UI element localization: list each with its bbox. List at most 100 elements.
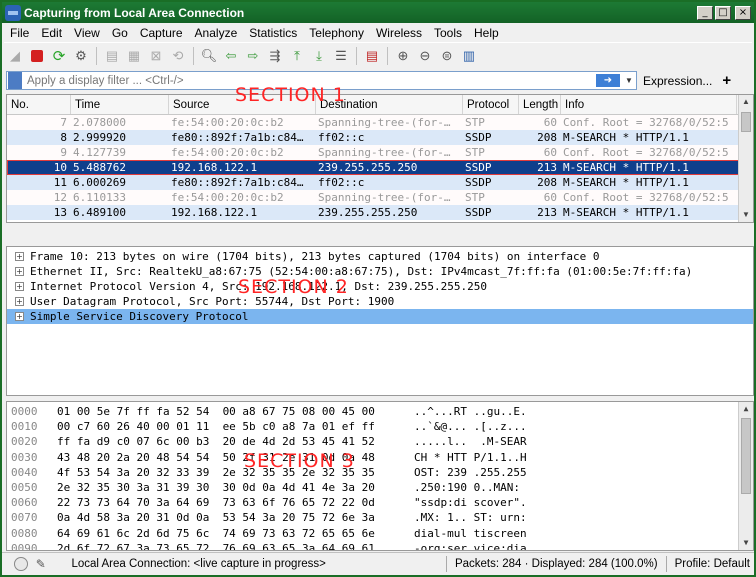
menu-help[interactable]: Help [468, 26, 505, 40]
expert-info-icon[interactable] [14, 557, 28, 571]
packet-row[interactable]: 10 5.488762 192.168.122.1 239.255.255.250 SS… [7, 160, 753, 175]
byte-hex: 43 48 20 2a 20 48 54 54 50 2f 31 2e 31 0… [57, 450, 375, 464]
byte-row[interactable]: 0060 22 73 73 64 70 3a 64 69 73 63 6f 76 … [7, 495, 753, 510]
forward-icon[interactable]: ⇨ [243, 46, 263, 66]
scroll-up-icon[interactable]: ▲ [739, 402, 753, 416]
packet-row[interactable]: 13 6.489100 192.168.122.1 239.255.255.250 SS… [7, 205, 753, 220]
scroll-thumb[interactable] [741, 112, 751, 132]
normal-size-icon[interactable]: ⊜ [437, 46, 457, 66]
packet-list-scrollbar[interactable]: ▲ ▼ [738, 95, 753, 222]
column-header-time[interactable]: Time [71, 95, 169, 114]
add-filter-button[interactable]: + [722, 72, 731, 89]
scroll-down-icon[interactable]: ▼ [739, 536, 753, 550]
byte-row[interactable]: 0050 2e 32 35 30 3a 31 39 30 30 0d 0a 4d … [7, 480, 753, 495]
column-header-info[interactable]: Info [561, 95, 737, 114]
packet-time: 6.110133 [73, 191, 126, 204]
detail-tree-item[interactable]: + Internet Protocol Version 4, Src: 192.1… [7, 279, 753, 294]
open-icon[interactable]: ▤ [102, 46, 122, 66]
expand-icon[interactable]: + [15, 282, 24, 291]
bookmark-icon[interactable] [8, 72, 22, 89]
expand-icon[interactable]: + [15, 297, 24, 306]
back-icon[interactable]: ⇦ [221, 46, 241, 66]
window-title: Capturing from Local Area Connection [24, 5, 245, 20]
detail-tree-item[interactable]: + Ethernet II, Src: RealtekU_a8:67:75 (52… [7, 264, 753, 279]
scroll-thumb[interactable] [741, 418, 751, 494]
byte-row[interactable]: 0080 64 69 61 6c 2d 6d 75 6c 74 69 73 63 … [7, 526, 753, 541]
expression-button[interactable]: Expression... [643, 74, 712, 88]
byte-rows: 0000 01 00 5e 7f ff fa 52 54 00 a8 67 75 … [7, 402, 753, 550]
detail-text: Frame 10: 213 bytes on wire (1704 bits),… [30, 250, 600, 263]
reload-icon[interactable]: ⟲ [168, 46, 188, 66]
column-header-length[interactable]: Length [519, 95, 561, 114]
packet-no: 10 [53, 161, 67, 174]
detail-tree-item[interactable]: + Simple Service Discovery Protocol [7, 309, 753, 324]
find-icon[interactable]: 🔍︎ [199, 46, 219, 66]
byte-row[interactable]: 0020 ff fa d9 c0 07 6c 00 b3 20 de 4d 2d … [7, 434, 753, 449]
restart-icon[interactable]: ⟳ [49, 46, 69, 66]
autoscroll-icon[interactable]: ☰ [331, 46, 351, 66]
zoom-in-icon[interactable]: ⊕ [393, 46, 413, 66]
menu-capture[interactable]: Capture [134, 26, 189, 40]
shark-fin-icon[interactable]: ◢ [5, 46, 25, 66]
packet-protocol: STP [465, 116, 485, 129]
packet-row[interactable]: 9 4.127739 fe:54:00:20:0c:b2 Spanning-tree-… [7, 145, 753, 160]
capture-comment-icon[interactable]: ✎ [36, 557, 52, 571]
close-button[interactable]: × [735, 5, 751, 20]
maximize-button[interactable]: □ [715, 5, 731, 20]
packet-list: No. Time Source Destination Protocol Len… [6, 94, 754, 223]
menu-tools[interactable]: Tools [428, 26, 468, 40]
packet-row[interactable]: 7 2.078000 fe:54:00:20:0c:b2 Spanning-tree-… [7, 115, 753, 130]
bytes-scrollbar[interactable]: ▲ ▼ [738, 402, 753, 550]
close-file-icon[interactable]: ⊠ [146, 46, 166, 66]
last-icon[interactable]: ⤓ [309, 46, 329, 66]
column-header-protocol[interactable]: Protocol [463, 95, 519, 114]
expand-icon[interactable]: + [15, 252, 24, 261]
packet-bytes: 0000 01 00 5e 7f ff fa 52 54 00 a8 67 75 … [6, 401, 754, 551]
expand-icon[interactable]: + [15, 312, 24, 321]
scroll-down-icon[interactable]: ▼ [739, 208, 753, 222]
detail-tree-item[interactable]: + User Datagram Protocol, Src Port: 55744… [7, 294, 753, 309]
main-toolbar: ◢ ⟳ ⚙ ▤ ▦ ⊠ ⟲ 🔍︎ ⇦ ⇨ ⇶ ⤒ ⤓ ☰ ▤ ⊕ ⊖ ⊜ ▥ [4, 42, 752, 68]
byte-row[interactable]: 0040 4f 53 54 3a 20 32 33 39 2e 32 35 35 … [7, 465, 753, 480]
scroll-up-icon[interactable]: ▲ [739, 95, 753, 109]
colorize-icon[interactable]: ▤ [362, 46, 382, 66]
packet-row[interactable]: 11 6.000269 fe80::892f:7a1b:c84… ff02::c SSD… [7, 175, 753, 190]
zoom-out-icon[interactable]: ⊖ [415, 46, 435, 66]
menu-telephony[interactable]: Telephony [303, 26, 370, 40]
packet-time: 6.489100 [73, 206, 126, 219]
capture-options-icon[interactable]: ⚙ [71, 46, 91, 66]
packet-row[interactable]: 12 6.110133 fe:54:00:20:0c:b2 Spanning-tree… [7, 190, 753, 205]
byte-row[interactable]: 0030 43 48 20 2a 20 48 54 54 50 2f 31 2e … [7, 450, 753, 465]
packet-time: 6.000269 [73, 176, 126, 189]
byte-hex: 0a 4d 58 3a 20 31 0d 0a 53 54 3a 20 75 7… [57, 511, 375, 525]
stop-icon[interactable] [27, 46, 47, 66]
chevron-down-icon[interactable]: ▼ [622, 76, 636, 85]
save-icon[interactable]: ▦ [124, 46, 144, 66]
byte-offset: 0060 [11, 496, 38, 510]
apply-filter-arrow-icon[interactable]: ➜ [596, 74, 620, 87]
menu-analyze[interactable]: Analyze [189, 26, 244, 40]
menu-go[interactable]: Go [106, 26, 134, 40]
byte-row[interactable]: 0070 0a 4d 58 3a 20 31 0d 0a 53 54 3a 20 … [7, 510, 753, 525]
menu-edit[interactable]: Edit [35, 26, 68, 40]
byte-row[interactable]: 0010 00 c7 60 26 40 00 01 11 ee 5b c0 a8 … [7, 419, 753, 434]
packet-destination: Spanning-tree-(for-… [318, 116, 451, 129]
menu-file[interactable]: File [4, 26, 35, 40]
column-header-no[interactable]: No. [7, 95, 71, 114]
detail-tree-item[interactable]: + Frame 10: 213 bytes on wire (1704 bits)… [7, 249, 753, 264]
first-icon[interactable]: ⤒ [287, 46, 307, 66]
status-profile[interactable]: Profile: Default [671, 558, 754, 570]
packet-row[interactable]: 8 2.999920 fe80::892f:7a1b:c84… ff02::c SSDP… [7, 130, 753, 145]
menu-view[interactable]: View [68, 26, 106, 40]
menu-statistics[interactable]: Statistics [243, 26, 303, 40]
byte-row[interactable]: 0000 01 00 5e 7f ff fa 52 54 00 a8 67 75 … [7, 404, 753, 419]
byte-offset: 0070 [11, 511, 38, 525]
packet-protocol: SSDP [465, 161, 492, 174]
resize-columns-icon[interactable]: ▥ [459, 46, 479, 66]
menu-wireless[interactable]: Wireless [370, 26, 428, 40]
goto-icon[interactable]: ⇶ [265, 46, 285, 66]
minimize-button[interactable]: _ [697, 5, 713, 20]
byte-hex: 2e 32 35 30 3a 31 39 30 30 0d 0a 4d 41 4… [57, 480, 375, 494]
byte-row[interactable]: 0090 2d 6f 72 67 3a 73 65 72 76 69 63 65 … [7, 541, 753, 550]
expand-icon[interactable]: + [15, 267, 24, 276]
